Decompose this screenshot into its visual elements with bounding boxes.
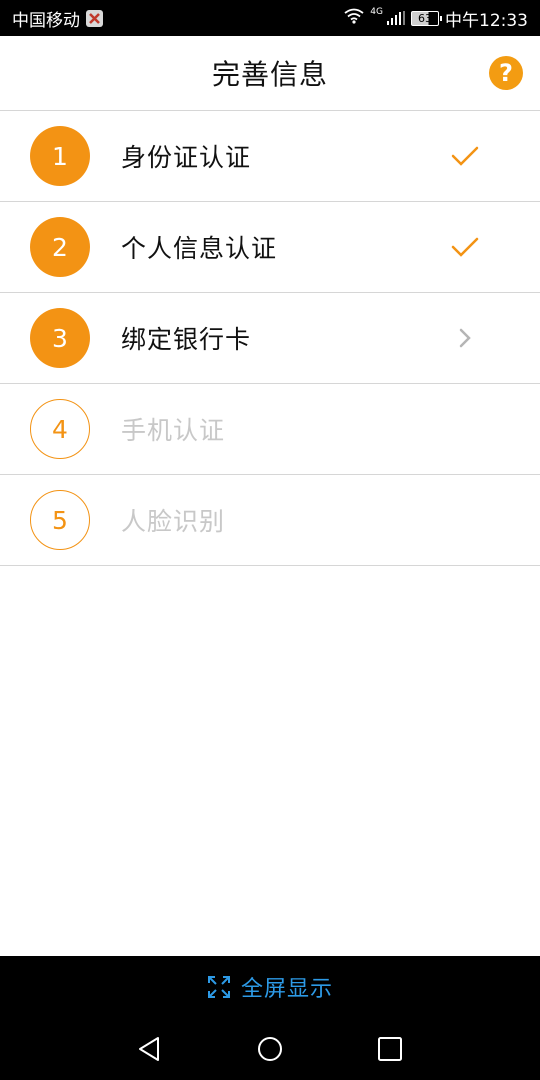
step-bind-bank-card[interactable]: 3 绑定银行卡 xyxy=(0,293,540,384)
signal-icon xyxy=(387,11,405,25)
page-title: 完善信息 xyxy=(211,58,328,91)
step-phone: 4 手机认证 xyxy=(0,384,540,475)
step-number-badge: 1 xyxy=(30,126,90,186)
fullscreen-label: 全屏显示 xyxy=(240,977,333,1002)
recent-apps-icon[interactable] xyxy=(376,1035,404,1063)
step-label: 绑定银行卡 xyxy=(121,325,252,354)
expand-icon xyxy=(207,976,230,998)
step-number-badge: 2 xyxy=(30,217,90,277)
fullscreen-button[interactable]: 全屏显示 xyxy=(0,956,540,1018)
status-time: 中午12:33 xyxy=(445,10,528,31)
back-icon[interactable] xyxy=(136,1035,164,1063)
wifi-icon xyxy=(344,8,364,29)
step-label: 手机认证 xyxy=(121,416,226,445)
status-right: 4G 63 中午12:33 xyxy=(344,6,528,31)
network-type: 4G xyxy=(370,7,383,17)
step-label: 身份证认证 xyxy=(121,143,252,172)
app-notification-icon xyxy=(86,9,103,27)
help-button[interactable]: ? xyxy=(489,56,523,90)
step-label: 人脸识别 xyxy=(121,507,226,536)
carrier-name: 中国移动 xyxy=(12,10,80,31)
battery-level: 63 xyxy=(418,11,432,25)
navigation-bar xyxy=(0,1018,540,1080)
step-label: 个人信息认证 xyxy=(121,234,278,263)
check-icon xyxy=(451,146,479,166)
help-icon: ? xyxy=(499,59,513,87)
header: 完善信息 ? xyxy=(0,36,540,111)
step-id-card[interactable]: 1 身份证认证 xyxy=(0,111,540,202)
chevron-right-icon xyxy=(459,328,471,348)
verification-steps: 1 身份证认证 2 个人信息认证 3 绑定银行卡 4 手机认证 5 人脸识别 xyxy=(0,111,540,566)
home-icon[interactable] xyxy=(256,1035,284,1063)
battery-icon: 63 xyxy=(411,10,442,26)
step-number-badge: 5 xyxy=(30,490,90,550)
check-icon xyxy=(451,237,479,257)
step-personal-info[interactable]: 2 个人信息认证 xyxy=(0,202,540,293)
status-left: 中国移动 xyxy=(12,6,103,31)
status-bar: 中国移动 4G 63 中午12:33 xyxy=(0,0,540,36)
step-number-badge: 3 xyxy=(30,308,90,368)
step-face-recognition: 5 人脸识别 xyxy=(0,475,540,566)
step-number-badge: 4 xyxy=(30,399,90,459)
